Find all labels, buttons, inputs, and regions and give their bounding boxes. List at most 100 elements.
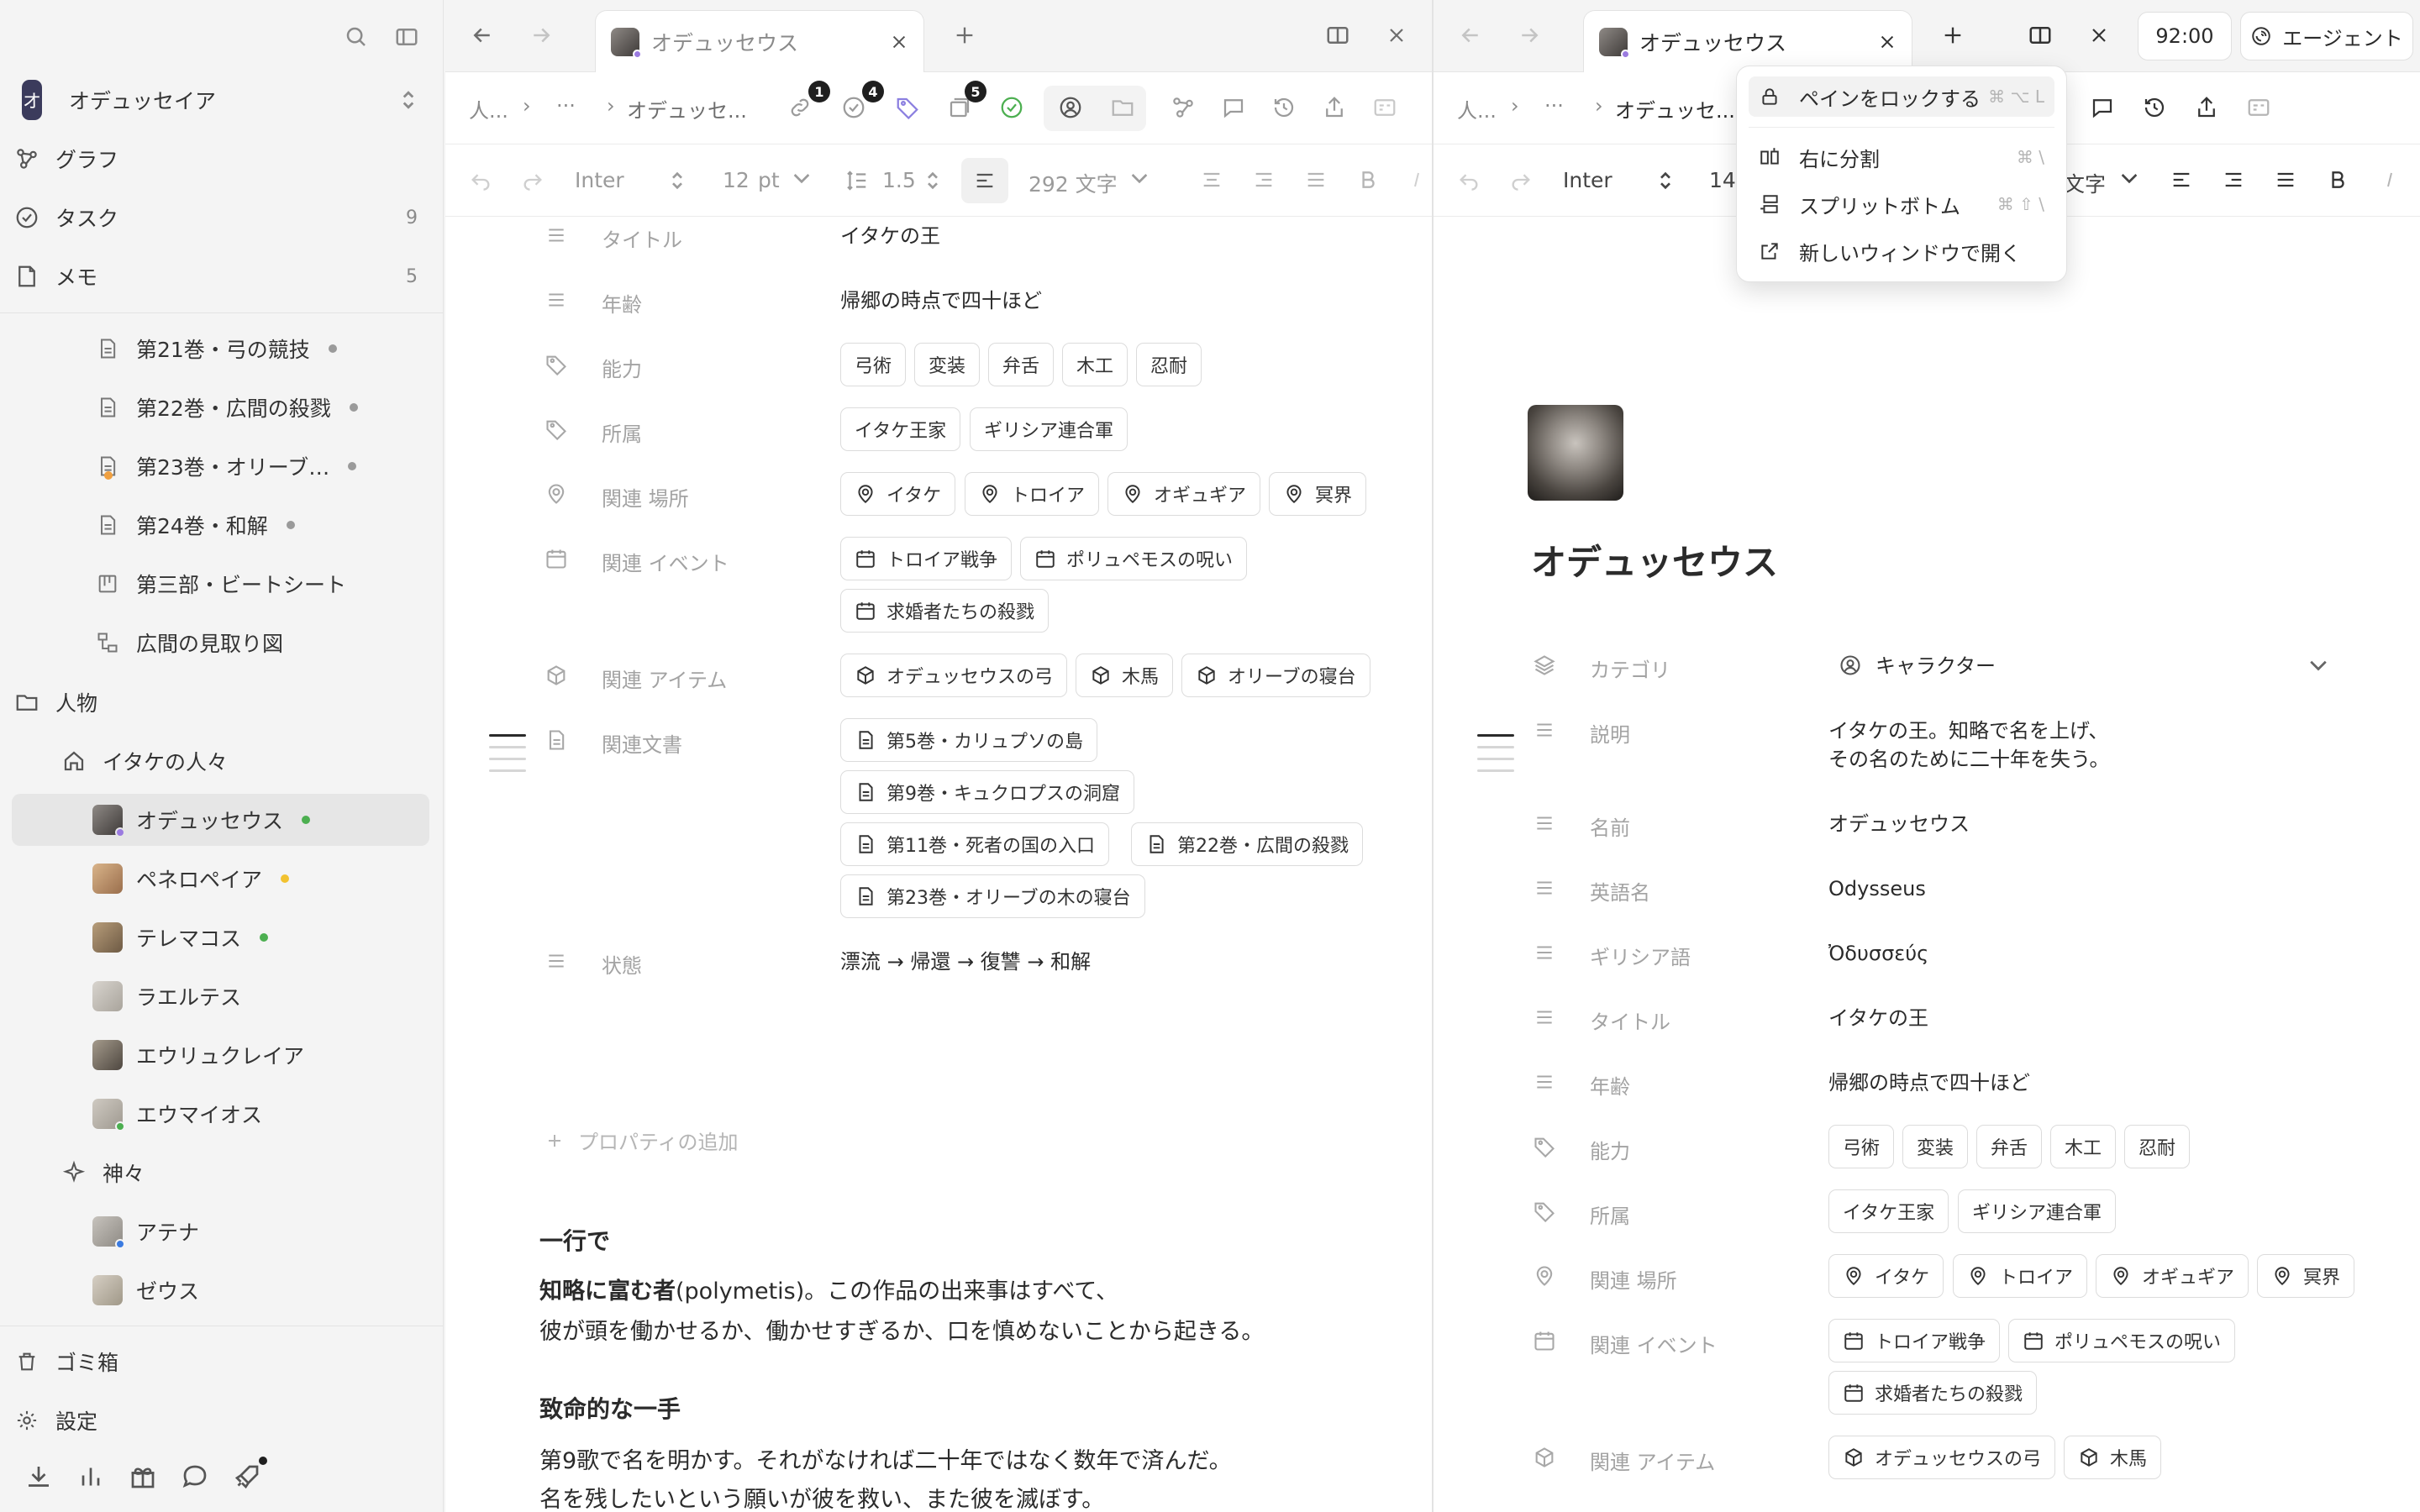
property-chip[interactable]: オリーブの寝台 bbox=[1181, 654, 1370, 697]
graph-icon[interactable] bbox=[1165, 89, 1202, 126]
nav-tasks[interactable]: タスク 9 bbox=[12, 192, 429, 244]
font-size-value[interactable]: 14 bbox=[1709, 168, 1736, 192]
sidebar-doc-item[interactable]: 第三部・ビートシート bbox=[12, 558, 429, 610]
property-chip[interactable]: 弓術 bbox=[840, 343, 907, 386]
property-value[interactable]: オデュッセウス bbox=[1828, 810, 1970, 839]
property-value[interactable]: 帰郷の時点で四十ほど bbox=[1828, 1068, 2030, 1098]
sidebar-person-item[interactable]: ペネロペイア bbox=[12, 853, 429, 905]
breadcrumb-item[interactable]: 人... bbox=[469, 94, 508, 123]
folder-people[interactable]: 人物 bbox=[12, 676, 429, 728]
property-chip[interactable]: ギリシア連合軍 bbox=[970, 407, 1128, 451]
italic-icon[interactable] bbox=[2371, 161, 2408, 198]
property-chip[interactable]: イタケ bbox=[1828, 1254, 1944, 1298]
gift-icon[interactable] bbox=[128, 1462, 158, 1492]
timer-display[interactable]: 92:00 bbox=[2138, 12, 2232, 60]
property-chip[interactable]: 木馬 bbox=[2064, 1436, 2162, 1479]
breadcrumb-current[interactable]: オデュッセ... bbox=[627, 94, 747, 123]
id-card-icon[interactable] bbox=[2240, 89, 2277, 126]
property-chip[interactable]: 冥界 bbox=[1269, 472, 1367, 516]
chevron-down-icon[interactable] bbox=[2121, 173, 2138, 185]
property-chip[interactable]: オデュッセウスの弓 bbox=[840, 654, 1068, 697]
font-family-select[interactable]: Inter bbox=[1563, 168, 1612, 192]
chevron-down-icon[interactable] bbox=[1131, 173, 1148, 185]
sidebar-person-item[interactable]: ラエルテス bbox=[12, 970, 429, 1022]
property-chip[interactable]: 求婚者たちの殺戮 bbox=[1828, 1371, 2038, 1415]
forward-arrow-icon[interactable] bbox=[523, 17, 560, 54]
sidebar-god-item[interactable]: アテナ bbox=[12, 1205, 429, 1257]
bold-icon[interactable] bbox=[2319, 161, 2356, 198]
align-justify-icon[interactable] bbox=[1297, 161, 1334, 198]
agent-button[interactable]: エージェント bbox=[2240, 12, 2413, 60]
download-icon[interactable] bbox=[24, 1462, 54, 1492]
chevron-down-icon[interactable] bbox=[2309, 660, 2328, 672]
align-right-icon[interactable] bbox=[1245, 161, 1282, 198]
close-icon[interactable] bbox=[1878, 33, 1897, 51]
property-value[interactable]: キャラクター bbox=[1876, 652, 1996, 681]
tab-odysseus[interactable]: オデュッセウス bbox=[1583, 10, 1912, 73]
property-value[interactable]: 漂流 → 帰還 → 復讐 → 和解 bbox=[840, 948, 1091, 977]
undo-icon[interactable] bbox=[1450, 161, 1487, 198]
property-chip[interactable]: オギュギア bbox=[2096, 1254, 2249, 1298]
property-value[interactable]: その名のために二十年を失う。 bbox=[1828, 745, 2110, 774]
property-value[interactable]: Odysseus bbox=[1828, 874, 1926, 904]
chevron-down-icon[interactable] bbox=[793, 173, 810, 185]
sidebar-doc-item[interactable]: 広間の見取り図 bbox=[12, 617, 429, 669]
back-arrow-icon[interactable] bbox=[1452, 17, 1489, 54]
nav-graph[interactable]: グラフ bbox=[12, 133, 429, 185]
property-chip[interactable]: イタケ王家 bbox=[1828, 1189, 1949, 1233]
history-icon[interactable] bbox=[2136, 89, 2173, 126]
sidebar-person-item[interactable]: エウリュクレイア bbox=[12, 1029, 429, 1081]
comment-icon[interactable] bbox=[1215, 89, 1252, 126]
property-chip[interactable]: イタケ王家 bbox=[840, 407, 961, 451]
close-icon[interactable] bbox=[890, 33, 908, 51]
chat-icon[interactable] bbox=[180, 1462, 210, 1492]
property-value[interactable]: イタケの王 bbox=[840, 222, 940, 251]
property-chip[interactable]: 木工 bbox=[2050, 1125, 2117, 1168]
bold-icon[interactable] bbox=[1349, 161, 1386, 198]
property-chip[interactable]: 第23巻・オリーブの木の寝台 bbox=[840, 874, 1145, 918]
close-pane-icon[interactable] bbox=[1378, 17, 1415, 54]
scroll-minimap[interactable] bbox=[1477, 734, 1514, 781]
history-icon[interactable] bbox=[1265, 89, 1302, 126]
rocket-icon[interactable] bbox=[232, 1457, 267, 1492]
property-chip[interactable]: 忍耐 bbox=[1136, 343, 1202, 386]
sidebar-doc-item[interactable]: 第23巻・オリーブ… bbox=[12, 440, 429, 492]
menu-item-split-bottom[interactable]: スプリットボトム ⌘ ⇧ \ bbox=[1749, 184, 2054, 224]
property-chip[interactable]: 木工 bbox=[1062, 343, 1128, 386]
nav-trash[interactable]: ゴミ箱 bbox=[12, 1336, 429, 1388]
font-size-value[interactable]: 12 bbox=[723, 168, 750, 192]
forward-arrow-icon[interactable] bbox=[1511, 17, 1548, 54]
breadcrumb-current[interactable]: オデュッセ... bbox=[1615, 94, 1735, 123]
property-chip[interactable]: ポリュペモスの呪い bbox=[1020, 537, 1248, 580]
font-family-select[interactable]: Inter bbox=[575, 168, 624, 192]
user-circle-icon[interactable] bbox=[1052, 89, 1089, 126]
share-icon[interactable] bbox=[1316, 89, 1353, 126]
close-pane-icon[interactable] bbox=[2081, 17, 2118, 54]
property-value[interactable]: 帰郷の時点で四十ほど bbox=[840, 286, 1042, 316]
breadcrumb-item[interactable]: ··· bbox=[1544, 94, 1564, 118]
menu-item-open-new-window[interactable]: 新しいウィンドウで開く bbox=[1749, 231, 2054, 271]
add-property-button[interactable]: プロパティの追加 bbox=[544, 1126, 739, 1155]
property-chip[interactable]: 第5巻・カリュプソの島 bbox=[840, 718, 1097, 762]
word-count[interactable]: 文字 bbox=[2064, 168, 2106, 198]
undo-icon[interactable] bbox=[462, 161, 499, 198]
property-chip[interactable]: トロイア戦争 bbox=[1828, 1319, 2001, 1362]
tab-odysseus[interactable]: オデュッセウス bbox=[595, 10, 924, 73]
status-check-icon[interactable] bbox=[993, 89, 1030, 126]
property-value[interactable]: イタケの王。知略で名を上げ、 bbox=[1828, 717, 2108, 746]
property-chip[interactable]: 第9巻・キュクロプスの洞窟 bbox=[840, 770, 1134, 814]
property-chip[interactable]: 変装 bbox=[1902, 1125, 1969, 1168]
sidebar-toggle-icon[interactable] bbox=[388, 18, 425, 55]
property-chip[interactable]: 変装 bbox=[914, 343, 981, 386]
property-chip[interactable]: 第11巻・死者の国の入口 bbox=[840, 822, 1109, 866]
line-height-value[interactable]: 1.5 bbox=[882, 168, 916, 192]
sidebar-god-item[interactable]: ゼウス bbox=[12, 1264, 429, 1316]
menu-item-lock-pane[interactable]: ペインをロックする ⌘ ⌥ L bbox=[1749, 76, 2054, 117]
property-chip[interactable]: 弁舌 bbox=[1976, 1125, 2043, 1168]
sidebar-person-item[interactable]: オデュッセウス bbox=[12, 794, 429, 846]
split-view-icon[interactable] bbox=[1319, 17, 1356, 54]
align-justify-icon[interactable] bbox=[2267, 161, 2304, 198]
align-center-icon[interactable] bbox=[1193, 161, 1230, 198]
property-chip[interactable]: 求婚者たちの殺戮 bbox=[840, 589, 1050, 633]
align-right-icon[interactable] bbox=[2215, 161, 2252, 198]
